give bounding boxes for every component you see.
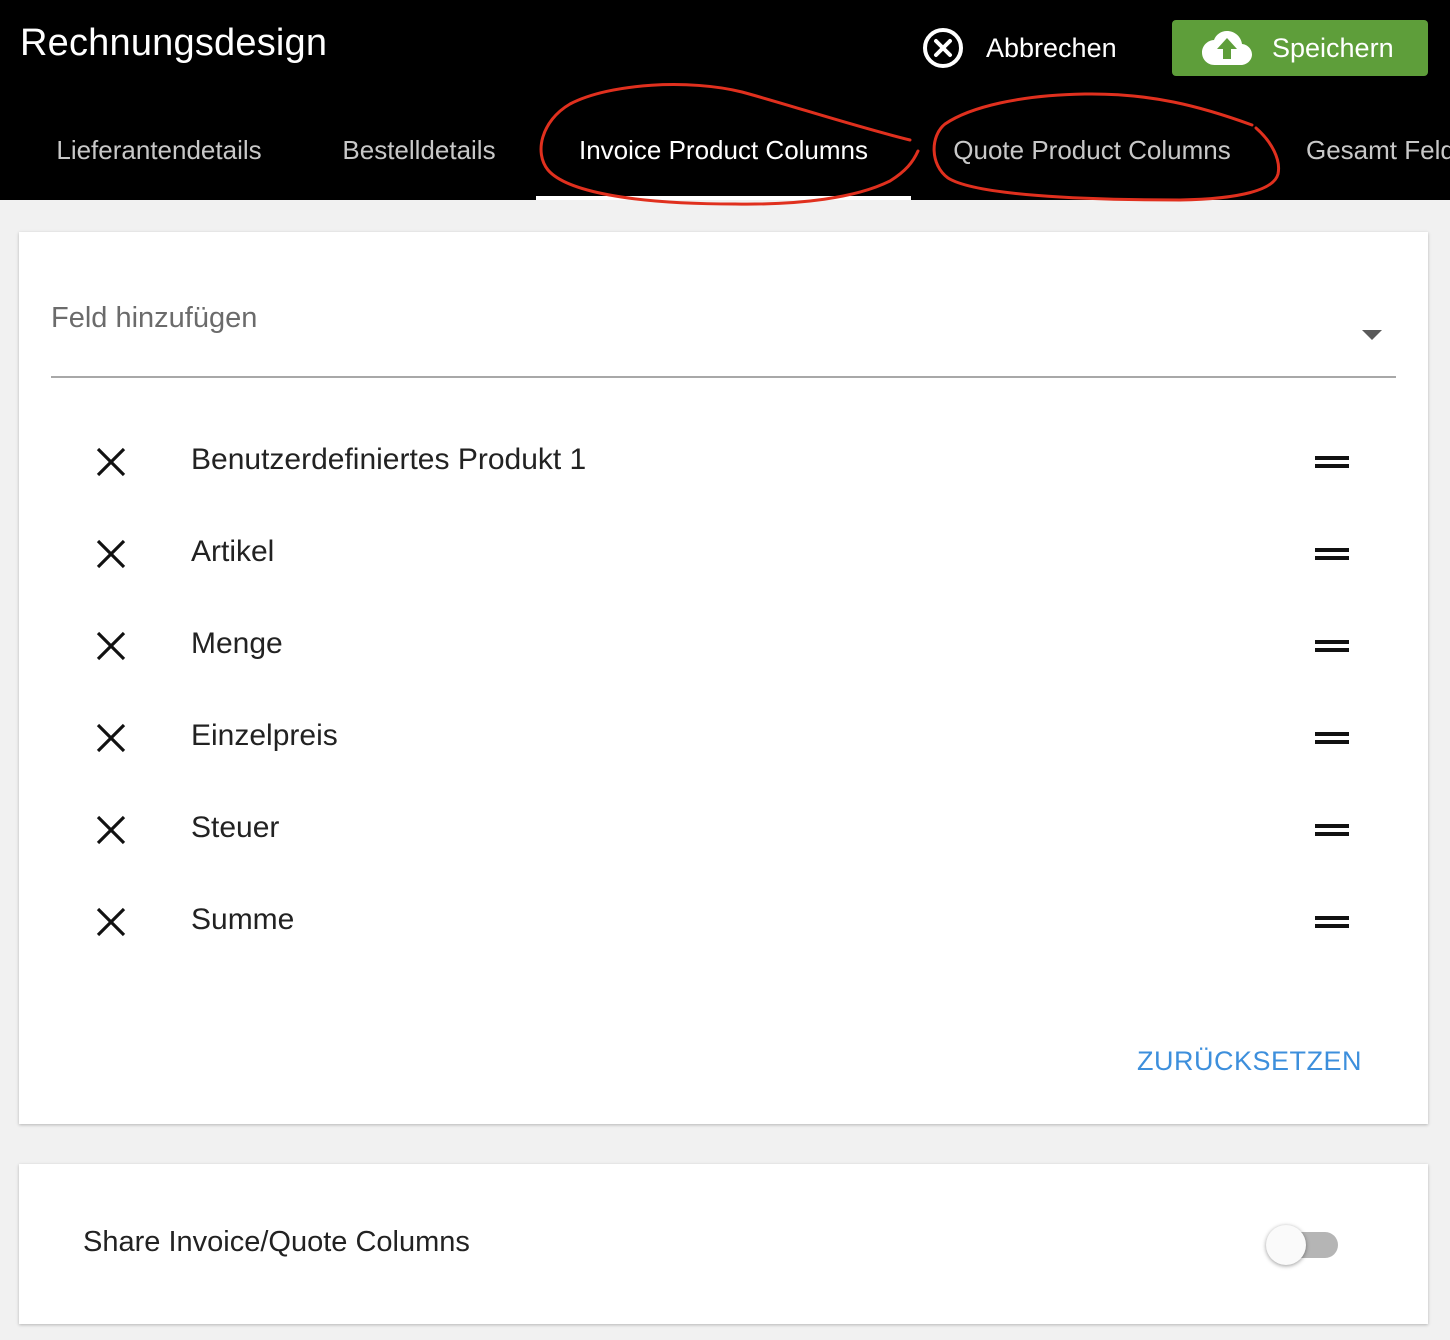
field-label: Steuer	[191, 811, 280, 844]
add-field-dropdown[interactable]: Feld hinzufügen	[51, 292, 1396, 378]
product-columns-card: Feld hinzufügen Benutzerdefiniertes Prod…	[19, 232, 1428, 1124]
tab-lieferantendetails[interactable]: Lieferantendetails	[30, 100, 288, 200]
active-tab-indicator	[536, 196, 911, 200]
field-label: Einzelpreis	[191, 719, 338, 752]
tab-bar: Lieferantendetails Bestelldetails Invoic…	[0, 100, 1450, 200]
drag-handle-icon[interactable]	[1315, 454, 1349, 470]
list-item: Summe	[19, 876, 1428, 968]
save-label: Speichern	[1272, 32, 1394, 63]
close-icon[interactable]	[95, 722, 127, 754]
list-item: Benutzerdefiniertes Produkt 1	[19, 416, 1428, 508]
page-title: Rechnungsdesign	[20, 22, 328, 64]
close-icon[interactable]	[95, 630, 127, 662]
tab-invoice-product-columns[interactable]: Invoice Product Columns	[536, 100, 911, 200]
field-label: Benutzerdefiniertes Produkt 1	[191, 443, 587, 476]
list-item: Artikel	[19, 508, 1428, 600]
toggle-thumb	[1266, 1225, 1306, 1265]
field-label: Artikel	[191, 535, 275, 568]
list-item: Menge	[19, 600, 1428, 692]
field-label: Summe	[191, 903, 295, 936]
drag-handle-icon[interactable]	[1315, 546, 1349, 562]
cancel-button[interactable]: Abbrechen	[922, 26, 1117, 70]
field-list: Benutzerdefiniertes Produkt 1 Artikel Me	[19, 416, 1428, 968]
save-button[interactable]: Speichern	[1172, 20, 1428, 76]
drag-handle-icon[interactable]	[1315, 822, 1349, 838]
drag-handle-icon[interactable]	[1315, 914, 1349, 930]
close-icon[interactable]	[95, 814, 127, 846]
cancel-label: Abbrechen	[986, 32, 1117, 63]
reset-button[interactable]: ZURÜCKSETZEN	[1137, 1046, 1362, 1077]
share-columns-card: Share Invoice/Quote Columns	[19, 1164, 1428, 1324]
tab-gesamt-felder[interactable]: Gesamt Felder	[1306, 100, 1450, 200]
caret-down-icon	[1362, 330, 1382, 340]
cloud-upload-icon	[1202, 31, 1252, 65]
close-icon[interactable]	[95, 906, 127, 938]
close-icon[interactable]	[95, 538, 127, 570]
close-icon[interactable]	[95, 446, 127, 478]
field-label: Menge	[191, 627, 283, 660]
app-header: Rechnungsdesign Abbrechen Speichern Lief…	[0, 0, 1450, 200]
drag-handle-icon[interactable]	[1315, 730, 1349, 746]
drag-handle-icon[interactable]	[1315, 638, 1349, 654]
share-columns-toggle[interactable]	[1266, 1224, 1340, 1266]
share-columns-label: Share Invoice/Quote Columns	[83, 1226, 470, 1258]
list-item: Steuer	[19, 784, 1428, 876]
close-circle-icon	[923, 28, 963, 68]
list-item: Einzelpreis	[19, 692, 1428, 784]
tab-bestelldetails[interactable]: Bestelldetails	[318, 100, 520, 200]
add-field-label: Feld hinzufügen	[51, 302, 258, 334]
tab-quote-product-columns[interactable]: Quote Product Columns	[922, 100, 1262, 200]
